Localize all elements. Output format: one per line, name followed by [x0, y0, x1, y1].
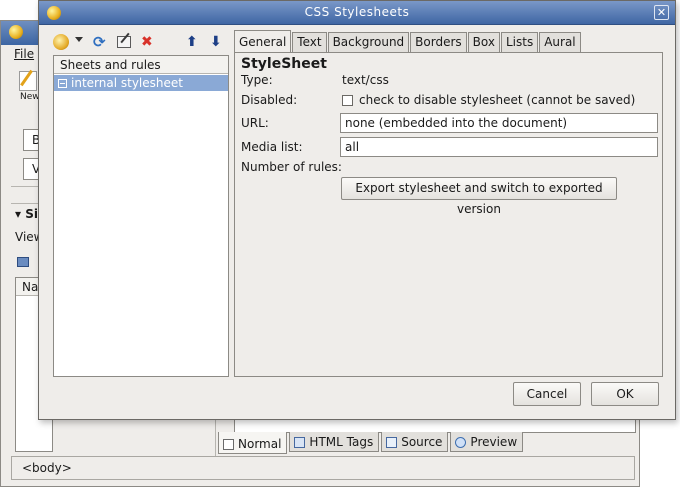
property-tabs: General Text Background Borders Box List…	[234, 30, 582, 52]
tab-box[interactable]: Box	[467, 32, 500, 52]
tab-html-tags-label: HTML Tags	[309, 435, 374, 449]
new-button-label[interactable]: New	[20, 92, 40, 102]
chevron-down-icon[interactable]	[75, 37, 83, 42]
url-label: URL:	[241, 116, 269, 130]
new-stylesheet-icon[interactable]	[53, 34, 69, 50]
type-label: Type:	[241, 73, 273, 87]
tree-item-internal-stylesheet[interactable]: internal stylesheet	[54, 75, 228, 91]
dialog-titlebar[interactable]: CSS Stylesheets ✕	[39, 1, 675, 25]
pane-splitter[interactable]	[215, 416, 216, 456]
sidebar-heading[interactable]: ▾ Si	[15, 207, 38, 221]
tab-borders[interactable]: Borders	[410, 32, 467, 52]
tab-source-label: Source	[401, 435, 443, 449]
new-document-icon[interactable]	[19, 71, 37, 91]
tab-background[interactable]: Background	[327, 32, 410, 52]
status-bar: <body>	[11, 456, 635, 480]
general-panel: StyleSheet Type: text/css Disabled: chec…	[234, 52, 663, 377]
tab-general[interactable]: General	[234, 30, 292, 52]
tab-normal[interactable]: Normal	[218, 432, 288, 454]
move-up-icon[interactable]: ⬆	[186, 34, 202, 50]
magnifier-icon	[455, 436, 467, 448]
tree-item-label: internal stylesheet	[71, 76, 183, 90]
tab-preview[interactable]: Preview	[450, 432, 524, 452]
number-of-rules-label: Number of rules:	[241, 160, 342, 174]
dialog-title: CSS Stylesheets	[304, 5, 410, 19]
move-down-icon[interactable]: ⬇	[210, 34, 226, 50]
edit-icon[interactable]	[117, 36, 131, 48]
tab-lists[interactable]: Lists	[500, 32, 539, 52]
delete-icon[interactable]: ✖	[141, 34, 157, 50]
view-mode-tabs: Normal HTML Tags Source Preview	[218, 432, 525, 454]
tab-preview-label: Preview	[470, 435, 518, 449]
sheets-tree[interactable]: Sheets and rules internal stylesheet	[53, 55, 229, 377]
type-value: text/css	[342, 73, 389, 87]
tag-icon	[294, 436, 306, 448]
sheets-tree-header[interactable]: Sheets and rules	[54, 56, 228, 74]
menu-file[interactable]: File	[14, 47, 34, 61]
css-stylesheets-dialog: CSS Stylesheets ✕ ⟳ ✖ ⬆ ⬇ Sheets and rul…	[38, 0, 676, 420]
collapse-icon[interactable]	[58, 78, 67, 88]
disabled-label: Disabled:	[241, 93, 298, 107]
panel-heading: StyleSheet	[241, 56, 327, 72]
media-list-label: Media list:	[241, 140, 303, 154]
export-stylesheet-button[interactable]: Export stylesheet and switch to exported…	[341, 177, 617, 216]
tab-aural[interactable]: Aural	[539, 32, 581, 52]
source-icon	[386, 436, 398, 448]
tab-source[interactable]: Source	[381, 432, 449, 452]
close-button[interactable]: ✕	[654, 5, 669, 20]
disabled-checkbox-label[interactable]: check to disable stylesheet (cannot be s…	[359, 93, 635, 107]
app-icon	[9, 25, 23, 39]
disabled-checkbox[interactable]	[342, 95, 353, 106]
refresh-icon[interactable]: ⟳	[93, 34, 109, 50]
tab-html-tags[interactable]: HTML Tags	[289, 432, 380, 452]
tab-normal-label: Normal	[238, 437, 282, 451]
url-field[interactable]: none (embedded into the document)	[340, 113, 658, 133]
sidebar-tool-icon[interactable]	[17, 257, 29, 267]
ok-button[interactable]: OK	[591, 382, 659, 406]
page-icon	[223, 438, 234, 450]
cancel-button[interactable]: Cancel	[513, 382, 581, 406]
media-list-field[interactable]: all	[340, 137, 658, 157]
stylesheet-toolbar: ⟳ ✖ ⬆ ⬇	[51, 32, 231, 52]
tab-text[interactable]: Text	[292, 32, 327, 52]
